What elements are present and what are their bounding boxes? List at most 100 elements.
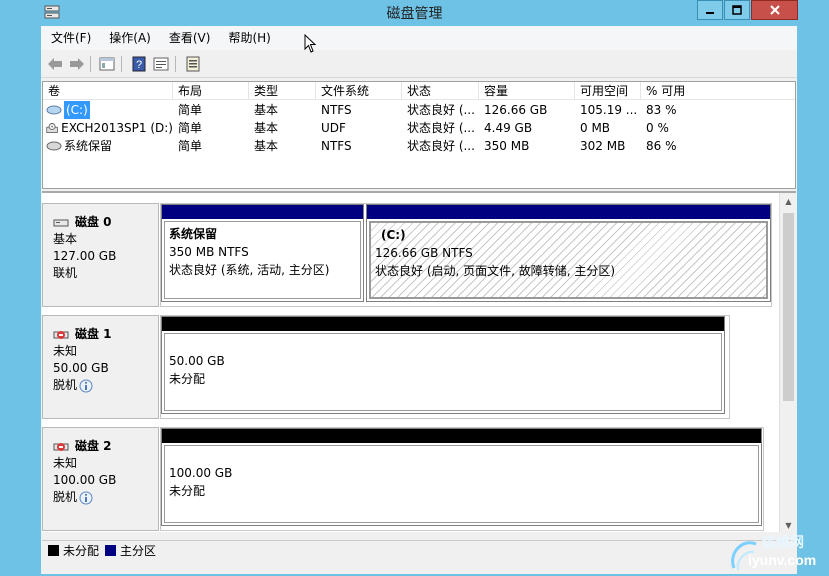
maximize-icon (732, 5, 742, 15)
volume-percent-free: 0 % (646, 121, 669, 135)
scrollbar-thumb[interactable] (783, 213, 794, 401)
partition-unallocated[interactable]: 100.00 GB 未分配 (161, 428, 762, 526)
info-icon[interactable] (79, 491, 93, 505)
volume-status: 状态良好 (... (407, 139, 475, 153)
optical-drive-icon (46, 123, 58, 133)
minimize-button[interactable] (697, 0, 723, 20)
disk-state: 脱机 (53, 490, 78, 504)
disk-0-partitions: 系统保留 350 MB NTFS 状态良好 (系统, 活动, 主分区) (C:)… (160, 203, 772, 307)
table-row[interactable]: 系统保留 简单 基本 NTFS 状态良好 (... 350 MB 302 MB … (43, 137, 795, 155)
volume-name: 系统保留 (64, 139, 113, 153)
watermark-url: iyunv.com (748, 552, 817, 568)
disk-1-label[interactable]: 磁盘 1 未知 50.00 GB 脱机 (42, 315, 159, 419)
partition-system-reserved[interactable]: 系统保留 350 MB NTFS 状态良好 (系统, 活动, 主分区) (161, 204, 364, 302)
legend-swatch-unallocated (48, 545, 59, 556)
info-icon[interactable] (79, 379, 93, 393)
partition-size: 100.00 GB (169, 466, 233, 480)
volume-icon (46, 141, 62, 151)
volume-filesystem: NTFS (321, 139, 352, 153)
back-arrow-icon (48, 58, 62, 70)
column-header-percent-free[interactable]: % 可用 (641, 82, 795, 100)
help-button[interactable]: ? (129, 54, 149, 74)
vertical-scrollbar[interactable]: ▲ ▼ (779, 193, 796, 532)
volume-capacity: 350 MB (484, 139, 530, 153)
legend-label: 未分配 (63, 544, 100, 558)
partition-status: 状态良好 (启动, 页面文件, 故障转储, 主分区) (375, 264, 616, 278)
partition-status: 未分配 (169, 484, 206, 498)
watermark-logo: 运维网 iyunv.com (726, 528, 826, 574)
disk-state: 脱机 (53, 378, 78, 392)
disk-0-label[interactable]: 磁盘 0 基本 127.00 GB 联机 (42, 203, 159, 307)
close-icon (769, 5, 780, 15)
disk-size: 100.00 GB (53, 473, 117, 487)
table-row[interactable]: EXCH2013SP1 (D:) 简单 基本 UDF 状态良好 (... 4.4… (43, 119, 795, 137)
volume-filesystem: UDF (321, 121, 346, 135)
disk-2-label[interactable]: 磁盘 2 未知 100.00 GB 脱机 (42, 427, 159, 531)
watermark-title: 运维网 (762, 535, 804, 551)
column-header-status[interactable]: 状态 (402, 82, 479, 100)
disk-name: 磁盘 1 (75, 327, 112, 341)
disk-management-window: 磁盘管理 文件(F) 操作(A) 查看(V) 帮助(H) ? 卷 布局 类型 文… (0, 0, 829, 576)
menu-action[interactable]: 操作(A) (99, 26, 159, 50)
volume-layout: 简单 (178, 103, 203, 117)
back-button[interactable] (45, 54, 65, 74)
column-header-volume[interactable]: 卷 (43, 82, 173, 100)
volume-layout: 简单 (178, 121, 203, 135)
partition-unallocated[interactable]: 50.00 GB 未分配 (161, 316, 725, 414)
legend-item-unallocated: 未分配 (48, 542, 99, 559)
disk-name: 磁盘 0 (75, 215, 112, 229)
menu-help[interactable]: 帮助(H) (218, 26, 278, 50)
mouse-cursor-icon (304, 34, 317, 53)
partition-c-drive[interactable]: (C:) 126.66 GB NTFS 状态良好 (启动, 页面文件, 故障转储… (366, 204, 771, 302)
disk-settings-icon (186, 56, 200, 72)
volume-free-space: 0 MB (580, 121, 611, 135)
disk-size: 50.00 GB (53, 361, 109, 375)
svg-text:?: ? (136, 59, 142, 71)
forward-arrow-icon (70, 58, 84, 70)
scroll-up-arrow-icon[interactable]: ▲ (780, 193, 796, 210)
column-header-type[interactable]: 类型 (249, 82, 316, 100)
menu-file[interactable]: 文件(F) (41, 26, 99, 50)
help-icon: ? (132, 56, 146, 72)
partition-size: 50.00 GB (169, 354, 225, 368)
maximize-button[interactable] (724, 0, 750, 20)
close-button[interactable] (751, 0, 798, 20)
properties-icon (153, 57, 169, 71)
volume-type: 基本 (254, 139, 279, 153)
disk-graphical-view: 磁盘 0 基本 127.00 GB 联机 系统保留 350 MB NTFS 状态… (42, 191, 796, 532)
toolbar-separator (175, 56, 176, 72)
column-header-filesystem[interactable]: 文件系统 (316, 82, 402, 100)
volume-percent-free: 83 % (646, 103, 677, 117)
disk-list: 磁盘 0 基本 127.00 GB 联机 系统保留 350 MB NTFS 状态… (42, 193, 779, 532)
volume-capacity: 4.49 GB (484, 121, 533, 135)
legend-item-primary: 主分区 (105, 542, 156, 559)
volume-percent-free: 86 % (646, 139, 677, 153)
column-header-free-space[interactable]: 可用空间 (575, 82, 641, 100)
volume-name: EXCH2013SP1 (D:) (61, 121, 173, 135)
menu-view[interactable]: 查看(V) (159, 26, 219, 50)
volume-filesystem: NTFS (321, 103, 352, 117)
volume-list-header: 卷 布局 类型 文件系统 状态 容量 可用空间 % 可用 (43, 82, 795, 100)
volume-name: (C:) (64, 101, 90, 119)
console-tree-button[interactable] (97, 54, 117, 74)
toolbar: ? (41, 50, 797, 78)
legend-label: 主分区 (120, 544, 157, 558)
title-bar[interactable]: 磁盘管理 (0, 0, 829, 26)
legend-swatch-primary (105, 545, 117, 556)
table-row[interactable]: (C:) 简单 基本 NTFS 状态良好 (... 126.66 GB 105.… (43, 101, 795, 119)
console-tree-icon (99, 57, 115, 71)
column-header-layout[interactable]: 布局 (173, 82, 249, 100)
disk-icon (53, 219, 69, 226)
volume-free-space: 105.19 ... (580, 103, 638, 117)
volume-icon (46, 105, 62, 115)
disk-settings-button[interactable] (183, 54, 203, 74)
volume-layout: 简单 (178, 139, 203, 153)
column-header-capacity[interactable]: 容量 (479, 82, 575, 100)
forward-button[interactable] (67, 54, 87, 74)
disk-kind: 基本 (53, 232, 78, 246)
disk-1-partitions: 50.00 GB 未分配 (160, 315, 730, 419)
primary-partition-bar (367, 205, 770, 219)
properties-button[interactable] (151, 54, 171, 74)
disk-2-partitions: 100.00 GB 未分配 (160, 427, 764, 531)
disk-kind: 未知 (53, 344, 78, 358)
